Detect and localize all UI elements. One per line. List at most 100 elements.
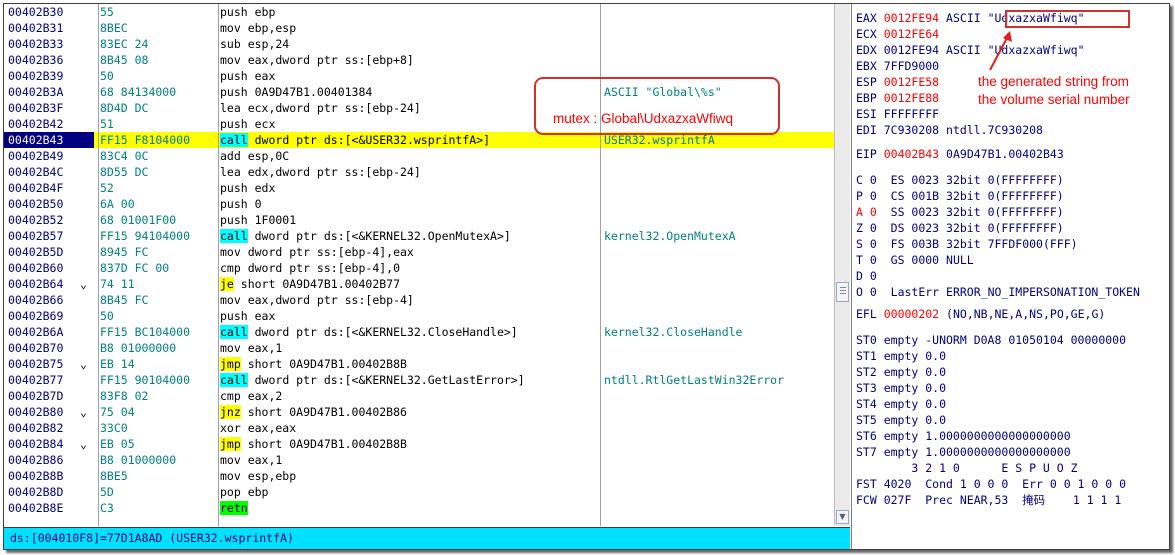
disasm-row[interactable]: 00402B5D 8945 FC mov dword ptr ss:[ebp-4],… bbox=[4, 244, 834, 260]
disasm-operands: push 0 bbox=[220, 197, 262, 211]
disasm-operands: lea edx,dword ptr ss:[ebp-24] bbox=[220, 165, 421, 179]
fpu-register[interactable]: ST3 empty 0.0 bbox=[856, 380, 946, 396]
disasm-operands: short 0A9D47B1.00402B77 bbox=[233, 277, 401, 291]
disasm-hex: 837D FC 00 bbox=[100, 261, 170, 275]
disasm-instruction: push 1F0001 bbox=[220, 212, 600, 228]
disasm-mnemonic: call bbox=[220, 325, 248, 339]
disasm-row[interactable]: 00402B8B 8BE5 mov esp,ebp bbox=[4, 468, 834, 484]
disasm-address: 00402B60 bbox=[8, 261, 64, 275]
disasm-row[interactable]: 00402B8E C3 retn bbox=[4, 500, 834, 516]
disasm-operands: push edx bbox=[220, 181, 276, 195]
disasm-row[interactable]: 00402B8D 5D pop ebp bbox=[4, 484, 834, 500]
disasm-mnemonic: jmp bbox=[220, 437, 241, 451]
disasm-address: 00402B70 bbox=[8, 341, 64, 355]
flag-value: S 0 bbox=[856, 237, 877, 251]
disasm-hex: 68 01001F00 bbox=[100, 213, 177, 227]
register-edi[interactable]: EDI 7C930208 ntdll.7C930208 bbox=[856, 122, 1043, 138]
disasm-operands: dword ptr ds:[<&KERNEL32.GetLastError>] bbox=[247, 373, 525, 387]
disasm-operands: dword ptr ds:[<&KERNEL32.CloseHandle>] bbox=[247, 325, 518, 339]
disasm-row[interactable]: 00402B69 50 push eax bbox=[4, 308, 834, 324]
disasm-instruction: mov eax,dword ptr ss:[ebp+8] bbox=[220, 52, 600, 68]
fpu-register[interactable]: ST6 empty 1.0000000000000000000 bbox=[856, 428, 1071, 444]
disasm-row[interactable]: 00402B60 837D FC 00 cmp dword ptr ss:[ebp-… bbox=[4, 260, 834, 276]
disasm-address: 00402B36 bbox=[8, 53, 64, 67]
disasm-row[interactable]: 00402B80 ⌄ 75 04 jnz short 0A9D47B1.00402B8… bbox=[4, 404, 834, 420]
fpu-status-header: 3 2 1 0 E S P U O Z bbox=[856, 461, 1078, 475]
fpu-register[interactable]: ST7 empty 1.0000000000000000000 bbox=[856, 444, 1071, 460]
disasm-operands: cmp eax,2 bbox=[220, 389, 283, 403]
disasm-address: 00402B3A bbox=[8, 85, 64, 99]
disasm-row[interactable]: 00402B33 83EC 24 sub esp,24 bbox=[4, 36, 834, 52]
scrollbar-thumb[interactable] bbox=[836, 282, 849, 302]
disasm-hex: 51 bbox=[100, 117, 114, 131]
disasm-row[interactable]: 00402B6A FF15 BC104000 call dword ptr ds:[… bbox=[4, 324, 834, 340]
registers-pane[interactable]: EAX 0012FE94 ASCII "UdxazxaWfiwq" ECX 00… bbox=[851, 4, 1169, 549]
disasm-mnemonic: jmp bbox=[220, 357, 241, 371]
disasm-row[interactable]: 00402B4F 52 push edx bbox=[4, 180, 834, 196]
disasm-row[interactable]: 00402B50 6A 00 push 0 bbox=[4, 196, 834, 212]
disasm-comment: ntdll.RtlGetLastWin32Error bbox=[604, 373, 785, 387]
disasm-instruction: cmp dword ptr ss:[ebp-4],0 bbox=[220, 260, 600, 276]
disasm-address: 00402B42 bbox=[8, 117, 64, 131]
fpu-register[interactable]: ST1 empty 0.0 bbox=[856, 348, 946, 364]
column-divider bbox=[98, 4, 99, 526]
disasm-operands: push eax bbox=[220, 309, 276, 323]
disasm-row[interactable]: 00402B57 FF15 94104000 call dword ptr ds:[… bbox=[4, 228, 834, 244]
disasm-operands: mov ebp,esp bbox=[220, 21, 297, 35]
fpu-register[interactable]: ST0 empty -UNORM D0A8 01050104 00000000 bbox=[856, 332, 1126, 348]
disasm-hex: 52 bbox=[100, 181, 114, 195]
flag-row[interactable]: O 0 LastErr ERROR_NO_IMPERSONATION_TOKEN bbox=[856, 284, 1140, 300]
flag-row[interactable]: P 0 CS 001B 32bit 0(FFFFFFFF) bbox=[856, 188, 1064, 204]
disasm-hex: 6A 00 bbox=[100, 197, 135, 211]
disasm-address: 00402B5D bbox=[8, 245, 64, 259]
disasm-instruction: lea edx,dword ptr ss:[ebp-24] bbox=[220, 164, 600, 180]
disasm-row[interactable]: 00402B49 83C4 0C add esp,0C bbox=[4, 148, 834, 164]
register-efl[interactable]: EFL 00000202 (NO,NB,NE,A,NS,PO,GE,G) bbox=[856, 306, 1105, 322]
disasm-row[interactable]: 00402B7D 83F8 02 cmp eax,2 bbox=[4, 388, 834, 404]
disasm-row[interactable]: 00402B84 ⌄ EB 05 jmp short 0A9D47B1.00402B8… bbox=[4, 436, 834, 452]
flag-row[interactable]: Z 0 DS 0023 32bit 0(FFFFFFFF) bbox=[856, 220, 1064, 236]
disasm-row[interactable]: 00402B30 55 push ebp bbox=[4, 4, 834, 20]
disassembly-scrollbar[interactable]: ▼ bbox=[834, 4, 850, 526]
fpu-register[interactable]: ST4 empty 0.0 bbox=[856, 396, 946, 412]
jump-arrow-icon: ⌄ bbox=[80, 277, 87, 291]
disasm-hex: 74 11 bbox=[100, 277, 135, 291]
flag-row[interactable]: A 0 SS 0023 32bit 0(FFFFFFFF) bbox=[856, 204, 1064, 220]
disasm-address: 00402B30 bbox=[8, 5, 64, 19]
disasm-operands: sub esp,24 bbox=[220, 37, 290, 51]
disasm-operands: push 0A9D47B1.00401384 bbox=[220, 85, 373, 99]
flag-row[interactable]: S 0 FS 003B 32bit 7FFDF000(FFF) bbox=[856, 236, 1078, 252]
disasm-operands: cmp dword ptr ss:[ebp-4],0 bbox=[220, 261, 401, 275]
fpu-register[interactable]: ST2 empty 0.0 bbox=[856, 364, 946, 380]
disasm-address: 00402B3F bbox=[8, 101, 64, 115]
flag-row[interactable]: D 0 bbox=[856, 268, 891, 284]
segment-value: LastErr ERROR_NO_IMPERSONATION_TOKEN bbox=[890, 285, 1140, 299]
disasm-address: 00402B33 bbox=[8, 37, 64, 51]
segment-value: FS 003B 32bit 7FFDF000(FFF) bbox=[890, 237, 1078, 251]
disasm-address: 00402B43 bbox=[4, 132, 94, 148]
disasm-row[interactable]: 00402B77 FF15 90104000 call dword ptr ds:[… bbox=[4, 372, 834, 388]
disasm-row[interactable]: 00402B82 33C0 xor eax,eax bbox=[4, 420, 834, 436]
disasm-row[interactable]: 00402B75 ⌄ EB 14 jmp short 0A9D47B1.00402B8… bbox=[4, 356, 834, 372]
flag-row[interactable]: T 0 GS 0000 NULL bbox=[856, 252, 974, 268]
disasm-row[interactable]: 00402B52 68 01001F00 push 1F0001 bbox=[4, 212, 834, 228]
disasm-row[interactable]: 00402B86 B8 01000000 mov eax,1 bbox=[4, 452, 834, 468]
disasm-instruction: mov eax,1 bbox=[220, 452, 600, 468]
disasm-instruction: retn bbox=[220, 500, 600, 516]
disasm-comment: kernel32.OpenMutexA bbox=[604, 229, 736, 243]
disasm-address: 00402B86 bbox=[8, 453, 64, 467]
fpu-register[interactable]: ST5 empty 0.0 bbox=[856, 412, 946, 428]
register-eip[interactable]: EIP 00402B43 0A9D47B1.00402B43 bbox=[856, 146, 1064, 162]
disasm-row[interactable]: 00402B4C 8D55 DC lea edx,dword ptr ss:[ebp… bbox=[4, 164, 834, 180]
disasm-hex: FF15 BC104000 bbox=[100, 325, 191, 339]
disasm-row[interactable]: 00402B66 8B45 FC mov eax,dword ptr ss:[ebp… bbox=[4, 292, 834, 308]
disasm-row[interactable]: 00402B36 8B45 08 mov eax,dword ptr ss:[ebp… bbox=[4, 52, 834, 68]
register-esi[interactable]: ESI FFFFFFFF bbox=[856, 106, 939, 122]
scroll-down-icon[interactable]: ▼ bbox=[836, 510, 849, 524]
disasm-row[interactable]: 00402B31 8BEC mov ebp,esp bbox=[4, 20, 834, 36]
disasm-row[interactable]: 00402B70 B8 01000000 mov eax,1 bbox=[4, 340, 834, 356]
disasm-row[interactable]: 00402B64 ⌄ 74 11 je short 0A9D47B1.00402B77 bbox=[4, 276, 834, 292]
disasm-address: 00402B7D bbox=[8, 389, 64, 403]
disasm-hex: 50 bbox=[100, 69, 114, 83]
flag-row[interactable]: C 0 ES 0023 32bit 0(FFFFFFFF) bbox=[856, 172, 1064, 188]
